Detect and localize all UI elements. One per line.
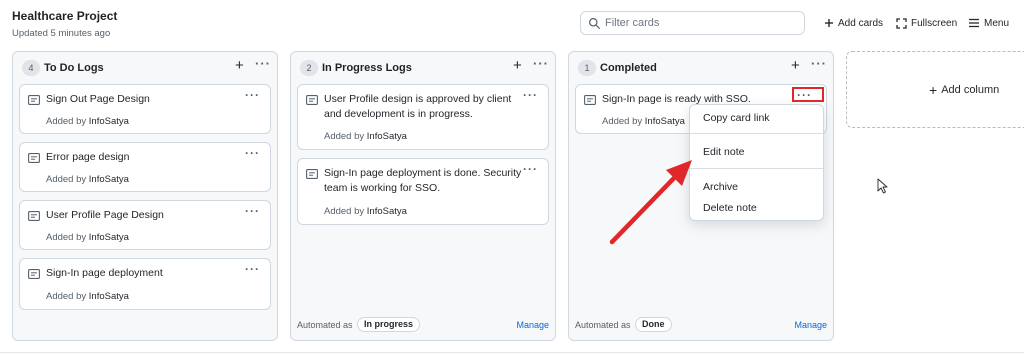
- note-icon: [306, 95, 318, 105]
- card-author[interactable]: InfoSatya: [89, 232, 129, 243]
- card-author[interactable]: InfoSatya: [89, 291, 129, 302]
- card-text: Sign Out Page Design: [46, 93, 150, 105]
- note-icon: [28, 153, 40, 163]
- fullscreen-button[interactable]: Fullscreen: [896, 16, 957, 30]
- add-card-plus-icon[interactable]: +: [513, 58, 522, 74]
- note-icon: [28, 269, 40, 279]
- column-card-count: 2: [300, 60, 318, 76]
- fullscreen-icon: [896, 17, 907, 29]
- automated-as-label: Automated as: [575, 320, 631, 330]
- card-added-by: Added by InfoSatya: [324, 206, 407, 217]
- menu-item-archive[interactable]: Archive: [703, 181, 738, 193]
- card-added-by: Added by InfoSatya: [324, 131, 407, 142]
- column-in-progress-logs: 2 In Progress Logs + ··· User Profile de…: [290, 51, 556, 341]
- column-footer: Automated as Done Manage: [575, 317, 827, 333]
- menu-item-delete-note[interactable]: Delete note: [703, 202, 757, 214]
- card[interactable]: Sign Out Page Design Added by InfoSatya …: [19, 84, 271, 134]
- card-more-dots-icon[interactable]: ···: [245, 147, 260, 159]
- card[interactable]: Sign-In page deployment is done. Securit…: [297, 158, 549, 225]
- card-more-dots-icon[interactable]: ···: [245, 263, 260, 275]
- column-more-dots-icon[interactable]: ···: [533, 56, 549, 72]
- filter-cards-box[interactable]: [580, 11, 805, 35]
- search-icon: [589, 18, 600, 29]
- card-added-by: Added by InfoSatya: [602, 116, 685, 127]
- highlight-annotation-box: [792, 87, 824, 102]
- add-card-plus-icon[interactable]: +: [791, 58, 800, 74]
- add-column-label: Add column: [941, 84, 1000, 96]
- automation-badge: In progress: [357, 317, 421, 332]
- card-author[interactable]: InfoSatya: [367, 206, 407, 217]
- fullscreen-label: Fullscreen: [911, 17, 958, 29]
- arrow-annotation: [609, 160, 692, 245]
- column-footer: Automated as In progress Manage: [297, 317, 549, 333]
- column-more-dots-icon[interactable]: ···: [811, 56, 827, 72]
- filter-cards-input[interactable]: [605, 15, 795, 31]
- card-more-dots-icon[interactable]: ···: [245, 205, 260, 217]
- column-title: To Do Logs: [44, 62, 104, 74]
- manage-link[interactable]: Manage: [516, 320, 549, 330]
- card-author[interactable]: InfoSatya: [89, 116, 129, 127]
- note-icon: [28, 95, 40, 105]
- column-to-do-logs: 4 To Do Logs + ··· Sign Out Page Design …: [12, 51, 278, 341]
- mouse-cursor-icon: [877, 178, 888, 194]
- menu-button[interactable]: Menu: [968, 16, 1009, 30]
- card[interactable]: Error page design Added by InfoSatya ···: [19, 142, 271, 192]
- card-text: Error page design: [46, 151, 130, 163]
- bottom-divider: [0, 352, 1024, 353]
- note-icon: [584, 95, 596, 105]
- card-more-dots-icon[interactable]: ···: [523, 89, 538, 101]
- card-text: User Profile Page Design: [46, 209, 164, 221]
- automation-badge: Done: [635, 317, 672, 332]
- note-icon: [306, 169, 318, 179]
- last-updated-text: Updated 5 minutes ago: [12, 28, 111, 39]
- card-more-dots-icon[interactable]: ···: [245, 89, 260, 101]
- menu-item-edit-note[interactable]: Edit note: [703, 146, 744, 158]
- menu-item-copy-card-link[interactable]: Copy card link: [703, 112, 770, 124]
- menu-divider: [690, 133, 823, 134]
- add-cards-label: Add cards: [838, 17, 884, 29]
- add-cards-button[interactable]: Add cards: [824, 16, 883, 30]
- column-title: In Progress Logs: [322, 62, 412, 74]
- automated-as-label: Automated as: [297, 320, 353, 330]
- card-added-by: Added by InfoSatya: [46, 116, 129, 127]
- card[interactable]: User Profile design is approved by clien…: [297, 84, 549, 150]
- project-header: Healthcare Project Updated 5 minutes ago…: [0, 0, 1024, 46]
- card-more-dots-icon[interactable]: ···: [523, 163, 538, 175]
- manage-link[interactable]: Manage: [794, 320, 827, 330]
- menu-icon: [969, 18, 979, 28]
- card-text: Sign-In page deployment is done. Securit…: [324, 167, 522, 194]
- card-text: User Profile design is approved by clien…: [324, 93, 512, 120]
- card-text: Sign-In page deployment: [46, 267, 163, 279]
- column-title: Completed: [600, 62, 657, 74]
- card-author[interactable]: InfoSatya: [367, 131, 407, 142]
- card-author[interactable]: InfoSatya: [645, 116, 685, 127]
- card-added-by: Added by InfoSatya: [46, 232, 129, 243]
- menu-divider: [690, 168, 823, 169]
- project-title: Healthcare Project: [12, 9, 118, 23]
- card[interactable]: User Profile Page Design Added by InfoSa…: [19, 200, 271, 250]
- card-added-by: Added by InfoSatya: [46, 291, 129, 302]
- card-context-menu: Copy card link Edit note Archive Delete …: [689, 104, 824, 221]
- plus-icon: +: [929, 82, 938, 98]
- menu-label: Menu: [984, 17, 1010, 29]
- card[interactable]: Sign-In page deployment Added by InfoSat…: [19, 258, 271, 310]
- column-more-dots-icon[interactable]: ···: [255, 56, 271, 72]
- column-card-count: 4: [22, 60, 40, 76]
- card-added-by: Added by InfoSatya: [46, 174, 129, 185]
- card-author[interactable]: InfoSatya: [89, 174, 129, 185]
- note-icon: [28, 211, 40, 221]
- add-column-button[interactable]: + Add column: [846, 51, 1024, 128]
- plus-icon: [825, 19, 833, 27]
- add-card-plus-icon[interactable]: +: [235, 58, 244, 74]
- column-card-count: 1: [578, 60, 596, 76]
